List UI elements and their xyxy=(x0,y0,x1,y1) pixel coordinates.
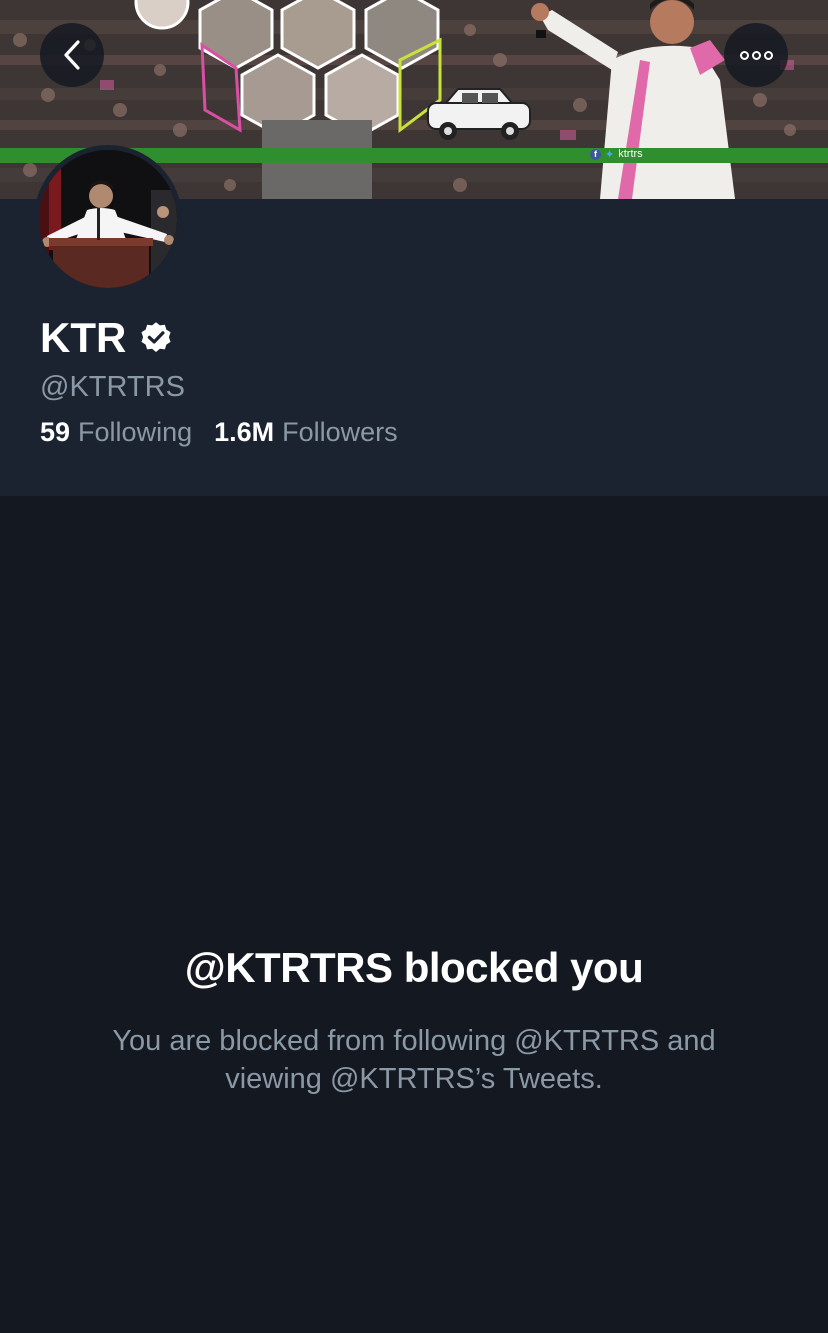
following-count: 59 xyxy=(40,417,71,447)
blocked-description-line-2: viewing @KTRTRS’s Tweets. xyxy=(225,1063,603,1095)
avatar xyxy=(39,150,177,288)
followers-label: Followers xyxy=(282,417,398,447)
following-link[interactable]: 59 Following xyxy=(40,415,192,449)
avatar-image xyxy=(39,150,177,288)
chevron-left-icon xyxy=(64,40,80,70)
followers-count: 1.6M xyxy=(214,417,275,447)
more-options-button[interactable] xyxy=(724,23,788,87)
twitter-icon: ✦ xyxy=(605,148,615,161)
blocked-description-line-1: You are blocked from following @KTRTRS a… xyxy=(112,1025,716,1057)
followers-link[interactable]: 1.6M Followers xyxy=(214,415,398,449)
profile-avatar[interactable] xyxy=(34,145,182,293)
profile-handle: @KTRTRS xyxy=(40,371,185,403)
verified-badge-icon xyxy=(141,322,171,352)
blocked-description: You are blocked from following @KTRTRS a… xyxy=(60,1022,768,1098)
blocked-title: @KTRTRS blocked you xyxy=(184,944,644,991)
facebook-icon: f xyxy=(590,148,601,160)
banner-social-handle: f ✦ ktrtrs xyxy=(590,147,643,161)
profile-name-row: KTR xyxy=(40,315,174,361)
profile-stats: 59 Following 1.6M Followers xyxy=(40,415,398,449)
more-dots-icon xyxy=(739,50,773,60)
following-label: Following xyxy=(78,417,193,447)
profile-page: f ✦ ktrtrs KTR @KTRTRS 59 Following 1.6M… xyxy=(0,0,828,1333)
back-button[interactable] xyxy=(40,23,104,87)
profile-name: KTR xyxy=(40,314,127,361)
